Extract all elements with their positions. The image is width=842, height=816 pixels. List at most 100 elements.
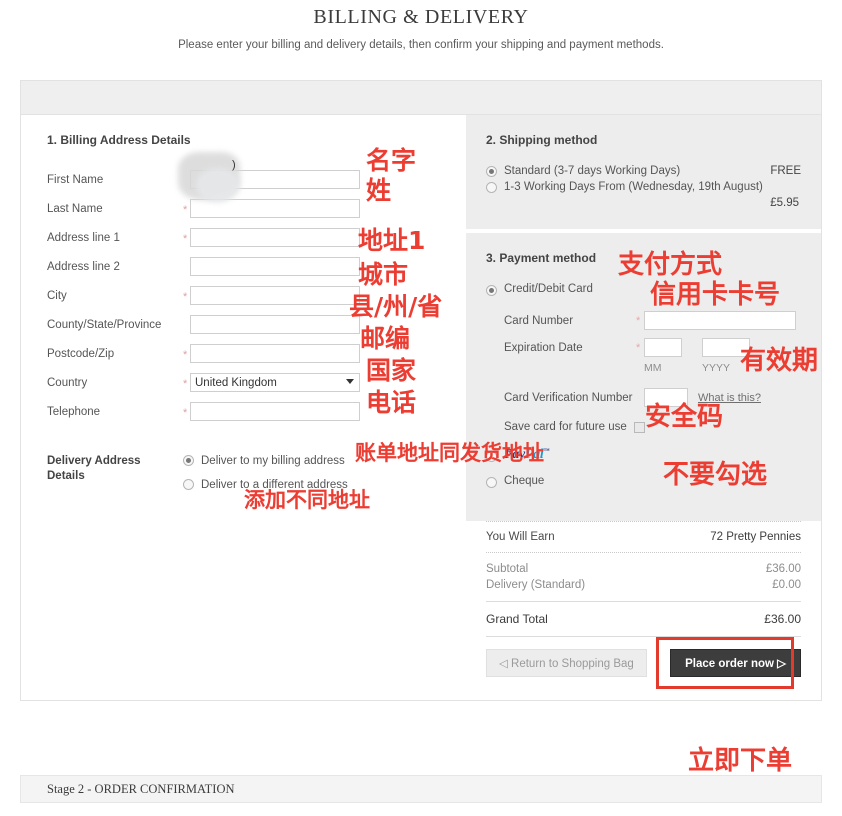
earn-value: 72 Pretty Pennies xyxy=(710,531,801,543)
grand-total-row: Grand Total £36.00 xyxy=(486,602,801,636)
shipping-option-label: Standard (3-7 days Working Days) xyxy=(504,165,681,177)
country-selected-value: United Kingdom xyxy=(195,376,277,389)
save-card-checkbox[interactable] xyxy=(633,421,645,433)
delivery-option-label: Deliver to my billing address xyxy=(201,455,345,467)
label-county-state-province: County/State/Province xyxy=(47,318,162,331)
loyalty-earn-row: You Will Earn 72 Pretty Pennies xyxy=(486,522,801,552)
delivery-value: £0.00 xyxy=(772,579,801,591)
country-select[interactable]: United Kingdom xyxy=(190,373,360,392)
summary-row-delivery: Delivery (Standard) £0.00 xyxy=(486,577,801,593)
label-country: Country xyxy=(47,376,88,389)
shipping-option-standard[interactable]: Standard (3-7 days Working Days) FREE xyxy=(486,165,801,177)
stage-bar: Stage 2 - ORDER CONFIRMATION xyxy=(20,775,822,803)
label-telephone: Telephone xyxy=(47,405,101,418)
radio-icon[interactable] xyxy=(486,182,497,193)
label-address-line-2: Address line 2 xyxy=(47,260,120,273)
page-header: BILLING & DELIVERY Please enter your bil… xyxy=(0,0,842,51)
required-marker: * xyxy=(183,290,188,303)
mm-hint: MM xyxy=(644,362,662,374)
annotation-text: 国家 xyxy=(366,356,417,385)
required-marker: * xyxy=(183,203,188,216)
required-marker xyxy=(183,178,190,181)
no-required-marker xyxy=(183,265,190,268)
radio-icon[interactable] xyxy=(486,284,497,296)
earn-label: You Will Earn xyxy=(486,531,555,543)
radio-icon[interactable] xyxy=(486,476,497,488)
shipping-payment-column: 2. Shipping method Standard (3-7 days Wo… xyxy=(466,115,821,693)
summary-row-subtotal: Subtotal £36.00 xyxy=(486,561,801,577)
shipping-section-title: 2. Shipping method xyxy=(486,133,598,147)
first-name-input[interactable] xyxy=(190,170,360,189)
payment-option-label: Cheque xyxy=(504,475,545,487)
county-state-province-input[interactable] xyxy=(190,315,360,334)
last-name-input[interactable] xyxy=(190,199,360,218)
city-input[interactable] xyxy=(190,286,360,305)
card-number-row: Card Number * xyxy=(486,307,801,334)
page-subtitle: Please enter your billing and delivery d… xyxy=(178,39,664,51)
order-summary: You Will Earn 72 Pretty Pennies Subtotal… xyxy=(466,521,821,693)
annotation-text: 有效期 xyxy=(740,346,819,376)
label-address-line-1: Address line 1 xyxy=(47,231,120,244)
grand-total-value: £36.00 xyxy=(764,612,801,626)
stage-label: Stage 2 - ORDER CONFIRMATION xyxy=(47,781,235,796)
grand-total-label: Grand Total xyxy=(486,612,548,626)
billing-section-title: 1. Billing Address Details xyxy=(47,133,191,147)
annotation-text: 立即下单 xyxy=(688,746,793,776)
save-card-row[interactable]: Save card for future use xyxy=(486,421,801,433)
radio-icon[interactable] xyxy=(183,479,194,490)
annotation-text: 账单地址同发货地址 xyxy=(355,441,544,465)
shipping-method-panel: 2. Shipping method Standard (3-7 days Wo… xyxy=(466,115,821,233)
required-marker: * xyxy=(636,341,641,354)
redacted-first-name-text: ) xyxy=(232,159,236,171)
shipping-option-express[interactable]: 1-3 Working Days From (Wednesday, 19th A… xyxy=(486,181,801,193)
expiration-month-input[interactable] xyxy=(644,338,682,357)
telephone-input[interactable] xyxy=(190,402,360,421)
required-marker: * xyxy=(183,232,188,245)
card-verification-row: Card Verification Number * What is this? xyxy=(486,384,801,411)
subtotal-label: Subtotal xyxy=(486,563,529,575)
delivery-address-label: Delivery Address Details xyxy=(47,454,183,502)
annotation-text: 安全码 xyxy=(645,402,724,432)
place-order-now-button[interactable]: Place order now ▷ xyxy=(670,649,801,677)
label-last-name: Last Name xyxy=(47,202,103,215)
return-to-shopping-bag-button[interactable]: ◁ Return to Shopping Bag xyxy=(486,649,647,677)
shipping-option-label: 1-3 Working Days From (Wednesday, 19th A… xyxy=(504,181,763,193)
annotation-text: 电话 xyxy=(366,388,417,417)
annotation-text: 姓 xyxy=(366,176,392,205)
annotation-text: 名字 xyxy=(366,146,417,175)
card-number-input[interactable] xyxy=(644,311,796,330)
annotation-text: 地址1 xyxy=(358,226,426,255)
annotation-text: 城市 xyxy=(358,260,409,289)
payment-option-label: Credit/Debit Card xyxy=(504,283,593,295)
required-marker: * xyxy=(183,406,188,419)
delivery-label-line-2: Details xyxy=(47,470,85,482)
annotation-text: 添加不同地址 xyxy=(244,488,370,512)
label-city: City xyxy=(47,289,67,302)
postcode-zip-input[interactable] xyxy=(190,344,360,363)
field-row-last-name: Last Name * xyxy=(47,194,466,223)
delivery-label-line-1: Delivery Address xyxy=(47,455,141,467)
annotation-text: 县/州/省 xyxy=(349,292,443,321)
place-order-wrapper: Place order now ▷ xyxy=(656,637,801,689)
subtotal-value: £36.00 xyxy=(765,563,801,575)
label-first-name: First Name xyxy=(47,173,104,186)
address-line-2-input[interactable] xyxy=(190,257,360,276)
shipping-option-price: FREE xyxy=(770,165,801,177)
label-card-verification-number: Card Verification Number xyxy=(504,391,633,404)
address-line-1-input[interactable] xyxy=(190,228,360,247)
no-required-marker xyxy=(183,323,190,326)
page-title: BILLING & DELIVERY xyxy=(313,6,529,28)
required-marker: * xyxy=(636,314,641,327)
label-postcode-zip: Postcode/Zip xyxy=(47,347,115,360)
checkout-container: 1. Billing Address Details First Name La… xyxy=(20,80,822,701)
annotation-text: 支付方式 xyxy=(618,250,723,280)
radio-icon[interactable] xyxy=(183,455,194,466)
yyyy-hint: YYYY xyxy=(702,362,731,374)
required-marker: * xyxy=(183,348,188,361)
radio-icon[interactable] xyxy=(486,166,497,177)
delivery-label: Delivery (Standard) xyxy=(486,579,586,591)
label-card-number: Card Number xyxy=(504,314,574,327)
top-toolbar-strip xyxy=(21,81,821,115)
required-marker: * xyxy=(183,377,188,390)
annotation-text: 邮编 xyxy=(360,324,411,353)
